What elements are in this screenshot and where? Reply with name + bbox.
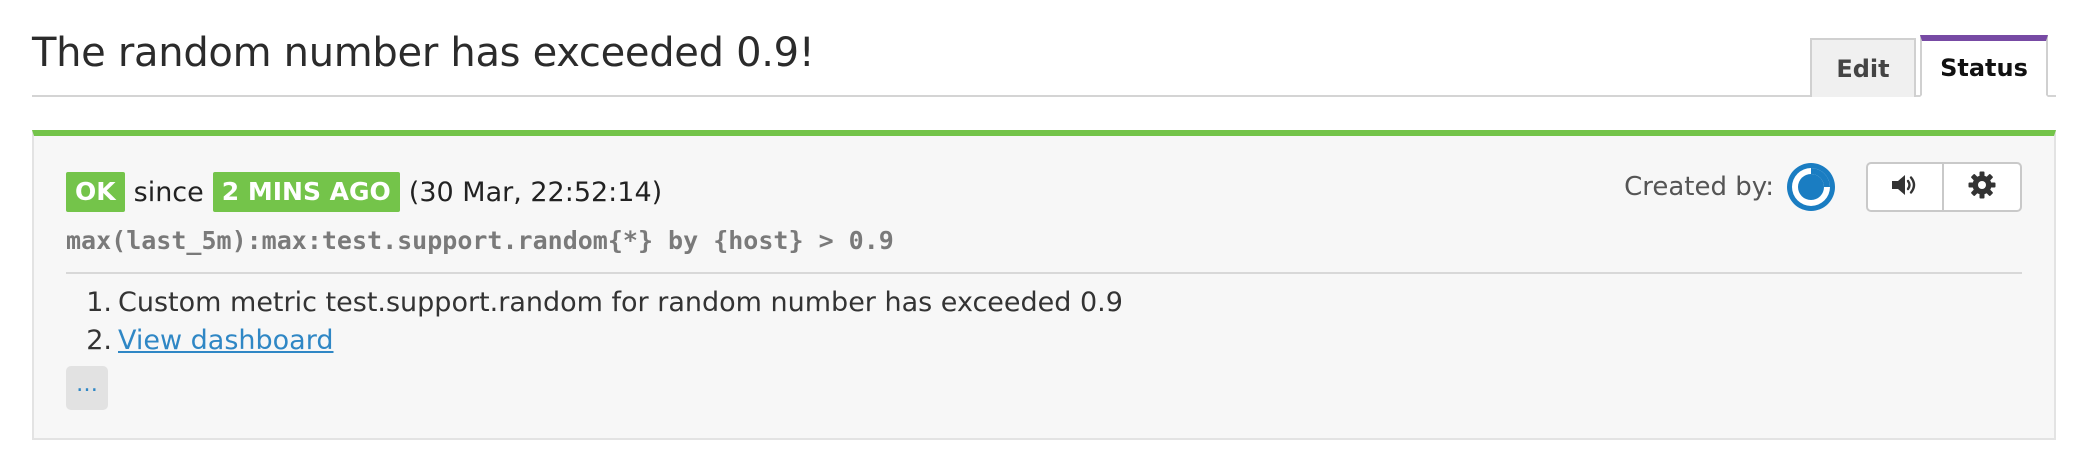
- more-button[interactable]: …: [66, 366, 108, 410]
- list-item-text: Custom metric test.support.random for ra…: [118, 287, 1123, 318]
- status-line: OK since 2 MINS AGO (30 Mar, 22:52:14): [66, 172, 662, 212]
- mute-button[interactable]: [1866, 162, 1944, 212]
- tab-edit[interactable]: Edit: [1810, 38, 1916, 97]
- created-by: Created by:: [1624, 162, 1836, 212]
- view-dashboard-link[interactable]: View dashboard: [118, 325, 334, 356]
- message-list: 1. Custom metric test.support.random for …: [66, 284, 1123, 360]
- list-item-number: 2.: [86, 325, 112, 356]
- speaker-volume-icon: [1890, 172, 1920, 202]
- list-item-number: 1.: [86, 287, 112, 318]
- list-item: 1. Custom metric test.support.random for …: [66, 284, 1123, 322]
- tab-bar: Edit Status: [1810, 35, 2048, 97]
- created-by-label: Created by:: [1624, 172, 1774, 202]
- settings-button[interactable]: [1944, 162, 2022, 212]
- time-ago-badge: 2 MINS AGO: [212, 172, 400, 212]
- user-avatar-icon[interactable]: [1786, 162, 1836, 212]
- divider: [66, 272, 2022, 274]
- monitor-query: max(last_5m):max:test.support.random{*} …: [66, 226, 894, 255]
- tab-status[interactable]: Status: [1920, 35, 2048, 97]
- monitor-status-panel: OK since 2 MINS AGO (30 Mar, 22:52:14) m…: [32, 130, 2056, 440]
- page-header: The random number has exceeded 0.9! Edit…: [32, 0, 2056, 97]
- page-title: The random number has exceeded 0.9!: [32, 30, 815, 76]
- status-timestamp: (30 Mar, 22:52:14): [408, 176, 663, 208]
- gear-icon: [1967, 170, 1997, 204]
- monitor-actions: [1866, 162, 2022, 212]
- status-badge: OK: [66, 172, 125, 212]
- list-item: 2. View dashboard: [66, 322, 1123, 360]
- since-text: since: [133, 176, 204, 208]
